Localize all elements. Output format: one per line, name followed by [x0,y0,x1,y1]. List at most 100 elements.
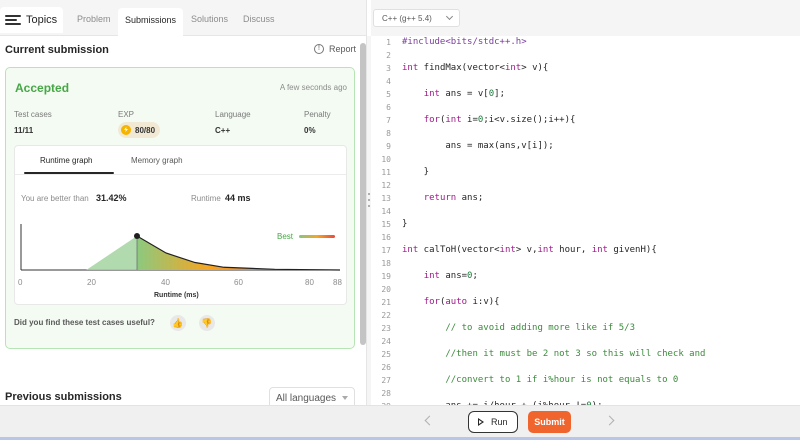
penalty-label: Penalty [304,110,331,119]
code-text: } [402,167,430,177]
line-number: 28 [381,389,391,398]
tab-problem[interactable]: Problem [77,14,111,24]
tab-submissions[interactable]: Submissions [118,8,184,36]
code-text: int ans = v[0]; [423,89,505,99]
report-button[interactable]: ! Report [314,44,356,54]
code-text: } [402,219,408,229]
language-filter-select[interactable]: All languages [269,387,355,405]
code-line: 1 #include<bits/stdc++.h> [371,36,800,49]
line-number: 17 [381,246,391,255]
code-text: for(auto i:v){ [423,297,500,307]
run-button[interactable]: Run [468,411,518,433]
runtime-graph-panel: Runtime graph Memory graph You are bette… [14,145,347,305]
line-number: 13 [381,194,391,203]
lightning-coin-icon [121,125,131,135]
line-number: 25 [381,350,391,359]
handle-dot [368,199,370,201]
code-text: int calToH(vector<int> v,int hour, int g… [402,245,657,255]
report-label: Report [329,44,357,54]
tab-solutions[interactable]: Solutions [191,14,228,24]
exp-value: 80/80 [135,125,156,135]
code-line: 27 //convert to 1 if i%hour is not equal… [371,374,800,387]
left-panel-scrollbar[interactable] [360,43,366,345]
code-line: 7 for(int i=0;i<v.size();i++){ [371,114,800,127]
problem-tab-bar: Topics Problem Submissions Solutions Dis… [0,0,366,36]
line-number: 10 [381,155,391,164]
previous-arrow-icon[interactable] [424,415,435,426]
code-line: 21 for(auto i:v){ [371,296,800,309]
x-tick-88: 88 [333,278,342,287]
code-line: 28 [371,387,800,400]
line-number: 2 [386,51,391,60]
topics-label: Topics [26,14,58,26]
line-number: 16 [381,233,391,242]
code-text: //convert to 1 if i%hour is not equals t… [402,375,679,385]
code-line: 13 return ans; [371,192,800,205]
line-number: 4 [386,77,391,86]
play-icon [478,418,484,426]
code-line: 18 [371,257,800,270]
line-number: 12 [381,181,391,190]
code-line: 20 [371,283,800,296]
thumbs-down-icon[interactable]: 👎 [199,315,215,331]
status-accepted: Accepted [15,81,70,95]
line-number: 8 [386,129,391,138]
topics-button[interactable]: Topics [0,7,63,33]
next-arrow-icon[interactable] [604,415,615,426]
submission-result-card: Accepted A few seconds ago Test cases 11… [5,67,355,349]
submission-time: A few seconds ago [279,83,347,92]
code-line: 24 [371,335,800,348]
tab-discuss[interactable]: Discuss [243,14,275,24]
submit-button[interactable]: Submit [528,411,571,433]
line-number: 24 [381,337,391,346]
line-number: 19 [381,272,391,281]
line-number: 5 [386,90,391,99]
language-label: Language [215,110,251,119]
code-editor-panel: C++ (g++ 5.4) 1 #include<bits/stdc++.h> 2 3… [371,0,800,405]
thumbs-up-icon[interactable]: 👍 [170,315,186,331]
language-value: C++ [215,126,231,135]
test-cases-label: Test cases [14,110,52,119]
left-panel: Topics Problem Submissions Solutions Dis… [0,0,367,405]
language-select-value: C++ (g++ 5.4) [382,14,432,23]
code-line: 17 int calToH(vector<int> v,int hour, int… [371,244,800,257]
previous-submissions-title: Previous submissions [5,391,122,403]
code-line: 4 [371,75,800,88]
code-line: 14 [371,205,800,218]
code-line: 12 [371,179,800,192]
code-text: ans = max(ans,v[i]); [402,141,554,151]
runtime-marker-point [134,233,140,239]
code-text: #include<bits/stdc++.h> [402,37,527,47]
code-line: 5 int ans = v[0]; [371,88,800,101]
submit-label: Submit [534,417,565,427]
test-cases-value: 11/11 [14,126,34,135]
current-submission-title: Current submission [5,44,109,56]
code-editor[interactable]: 1 #include<bits/stdc++.h> 2 3 int findMax(ve… [371,36,800,405]
code-line: 9 ans = max(ans,v[i]); [371,140,800,153]
code-line: 3 int findMax(vector<int> v){ [371,62,800,75]
bottom-action-bar: Run Submit [0,405,800,440]
code-line: 2 [371,49,800,62]
line-number: 1 [386,38,391,47]
code-text: int ans=0; [423,271,478,281]
line-number: 20 [381,285,391,294]
line-number: 6 [386,103,391,112]
test-cases-feedback-question: Did you find these test cases useful? [14,318,155,327]
penalty-value: 0% [304,126,316,135]
line-number: 9 [386,142,391,151]
code-line: 23 // to avoid adding more like if 5/3 [371,322,800,335]
code-text: for(int i=0;i<v.size();i++){ [423,115,576,125]
code-line: 26 [371,361,800,374]
menu-icon [5,15,21,25]
x-tick-0: 0 [18,278,23,287]
info-icon: ! [314,44,324,54]
code-line: 15} [371,218,800,231]
editor-toolbar: C++ (g++ 5.4) [371,0,800,36]
faster-area [86,236,137,270]
x-axis-label: Runtime (ms) [154,292,199,299]
code-line: 16 [371,231,800,244]
language-select-button[interactable]: C++ (g++ 5.4) [373,9,460,27]
line-number: 18 [381,259,391,268]
runtime-distribution-chart [20,224,341,271]
language-filter-value: All languages [276,393,337,404]
